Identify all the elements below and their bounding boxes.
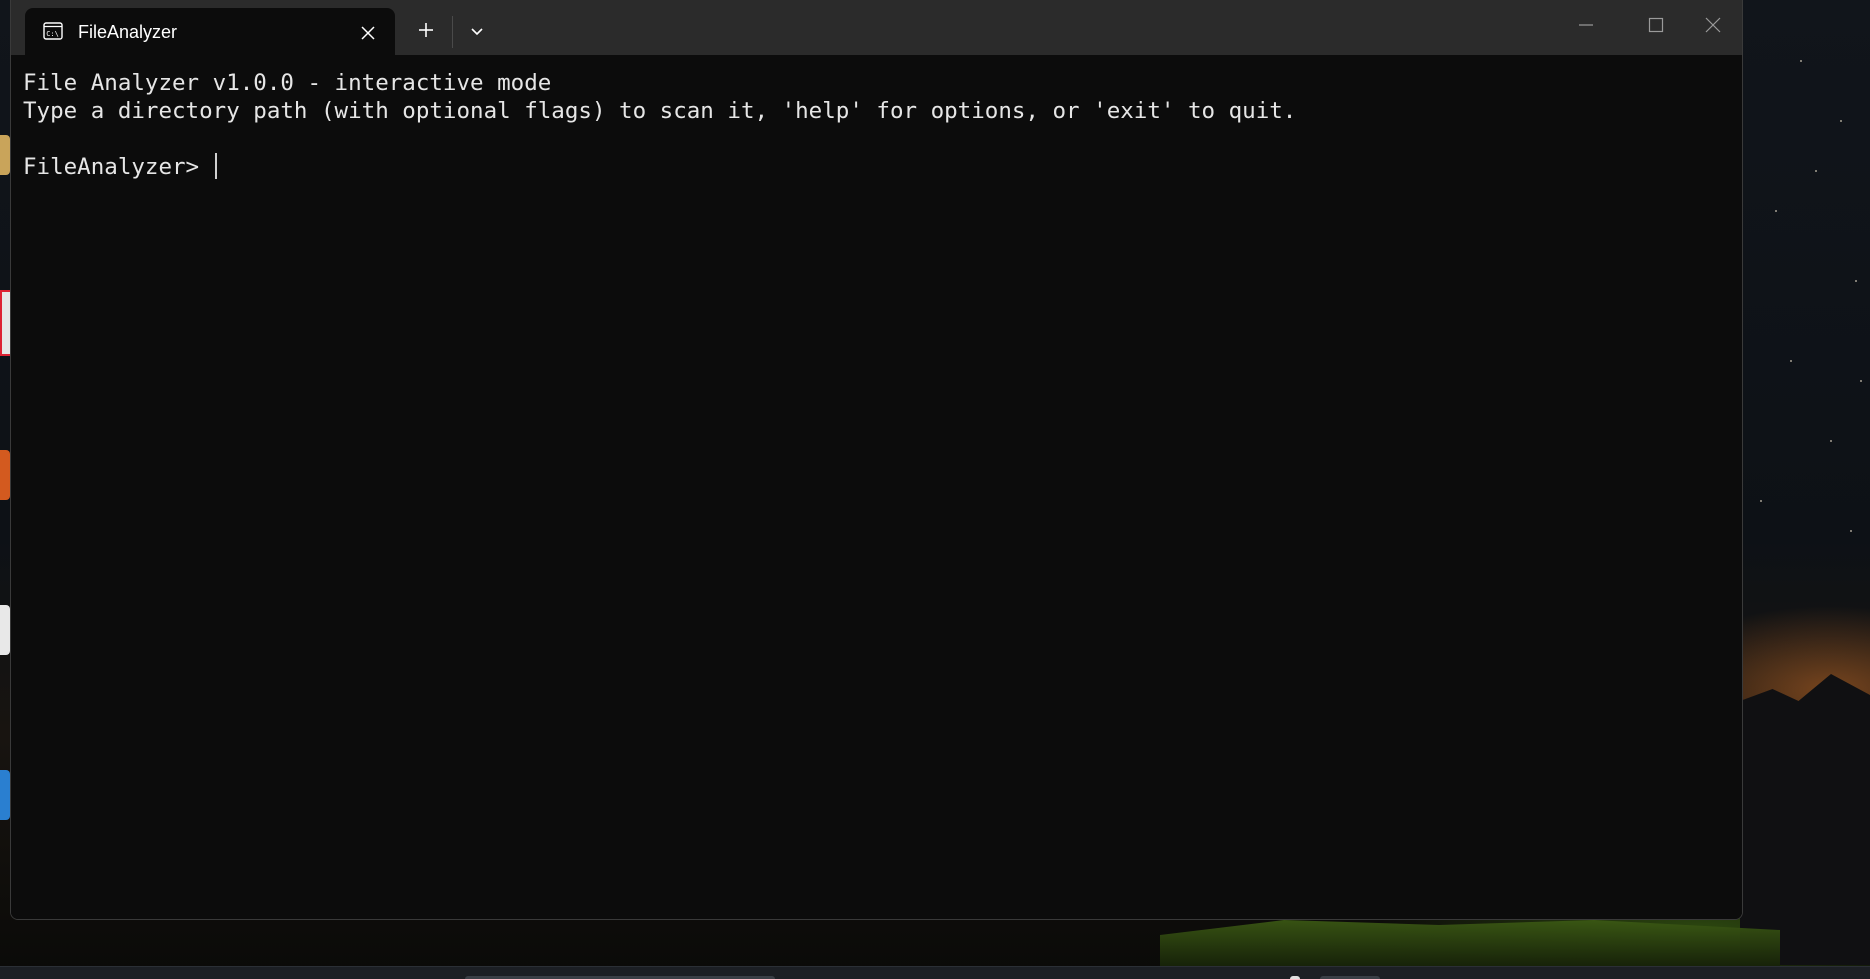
star xyxy=(1850,530,1852,532)
star xyxy=(1840,120,1842,122)
plus-icon xyxy=(419,23,433,37)
tab-fileanalyzer[interactable]: C:\ FileAnalyzer xyxy=(25,8,395,55)
tab-dropdown-button[interactable] xyxy=(460,12,494,50)
star xyxy=(1830,440,1832,442)
minimize-icon xyxy=(1579,24,1593,26)
new-tab-button[interactable] xyxy=(406,10,446,50)
terminal-line: Type a directory path (with optional fla… xyxy=(23,98,1297,124)
maximize-icon xyxy=(1648,17,1664,33)
chevron-down-icon xyxy=(471,28,483,36)
tab-divider xyxy=(452,16,453,48)
text-cursor xyxy=(214,153,217,179)
star xyxy=(1815,170,1817,172)
prompt-label: FileAnalyzer> xyxy=(23,154,213,180)
desktop-shortcut-icon[interactable] xyxy=(0,605,10,655)
svg-text:C:\: C:\ xyxy=(46,30,59,38)
desktop-shortcut-icon[interactable] xyxy=(0,135,10,175)
tab-title: FileAnalyzer xyxy=(78,22,178,42)
prompt-line[interactable]: FileAnalyzer> xyxy=(23,153,217,181)
terminal-output[interactable]: File Analyzer v1.0.0 - interactive mode … xyxy=(11,55,1742,919)
star xyxy=(1775,210,1777,212)
close-tab-button[interactable] xyxy=(355,20,381,46)
star xyxy=(1800,60,1802,62)
terminal-line: File Analyzer v1.0.0 - interactive mode xyxy=(23,70,552,96)
close-icon xyxy=(361,26,375,40)
star xyxy=(1790,360,1792,362)
mountain-silhouette xyxy=(1740,674,1870,965)
minimize-button[interactable] xyxy=(1551,0,1621,50)
close-icon xyxy=(1705,17,1720,33)
desktop-shortcut-icon[interactable] xyxy=(0,450,10,500)
terminal-window: C:\ FileAnalyzer File Analyzer v1.0.0 - … xyxy=(10,0,1743,920)
grass-foreground xyxy=(1160,920,1780,970)
star xyxy=(1860,380,1862,382)
star xyxy=(1855,280,1857,282)
maximize-button[interactable] xyxy=(1621,0,1691,50)
star xyxy=(1760,500,1762,502)
title-bar: C:\ FileAnalyzer xyxy=(11,0,1742,55)
close-window-button[interactable] xyxy=(1683,0,1742,50)
desktop-shortcut-icon[interactable] xyxy=(0,770,10,820)
terminal-icon: C:\ xyxy=(43,22,63,40)
taskbar xyxy=(0,966,1870,979)
